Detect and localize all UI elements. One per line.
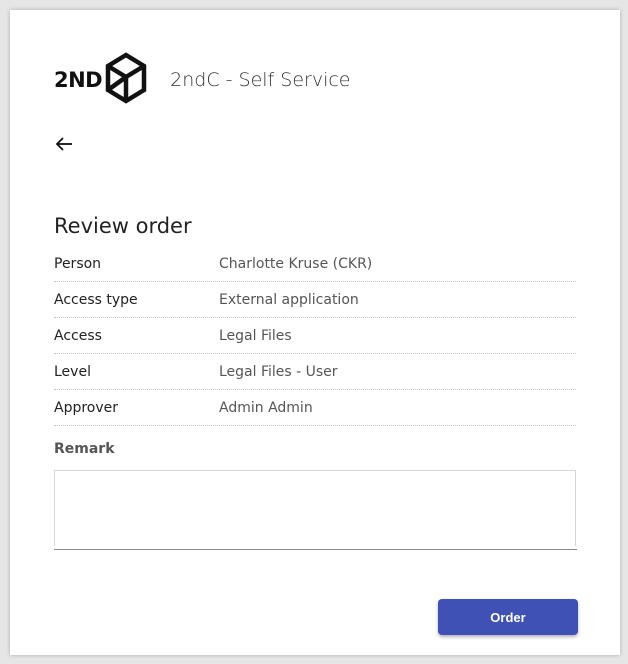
review-details: Person Charlotte Kruse (CKR) Access type… (54, 246, 576, 426)
detail-value: Legal Files (219, 327, 292, 344)
remark-label: Remark (54, 441, 115, 457)
detail-value: External application (219, 291, 359, 308)
detail-label: Access (54, 327, 102, 344)
order-button[interactable]: Order (438, 599, 578, 635)
detail-row-approver: Approver Admin Admin (54, 390, 576, 426)
app-header: 2ND 2ndC - Self Service (54, 52, 351, 108)
detail-row-access-type: Access type External application (54, 282, 576, 318)
detail-value: Legal Files - User (219, 363, 338, 380)
detail-row-person: Person Charlotte Kruse (CKR) (54, 246, 576, 282)
detail-value: Admin Admin (219, 399, 313, 416)
review-order-title: Review order (54, 214, 192, 238)
detail-row-access: Access Legal Files (54, 318, 576, 354)
back-button[interactable] (52, 134, 76, 158)
arrow-left-icon (55, 136, 73, 156)
logo-text: 2ND (54, 68, 103, 92)
order-card: 2ND 2ndC - Self Service Review order Per… (10, 10, 620, 655)
detail-label: Person (54, 255, 102, 272)
detail-label: Approver (54, 399, 119, 416)
cube-logo-icon (104, 52, 148, 108)
detail-value: Charlotte Kruse (CKR) (219, 255, 373, 272)
detail-label: Level (54, 363, 91, 380)
detail-row-level: Level Legal Files - User (54, 354, 576, 390)
app-title: 2ndC - Self Service (170, 69, 351, 91)
remark-underline (54, 549, 577, 550)
remark-textarea[interactable] (54, 470, 576, 546)
detail-label: Access type (54, 291, 138, 308)
